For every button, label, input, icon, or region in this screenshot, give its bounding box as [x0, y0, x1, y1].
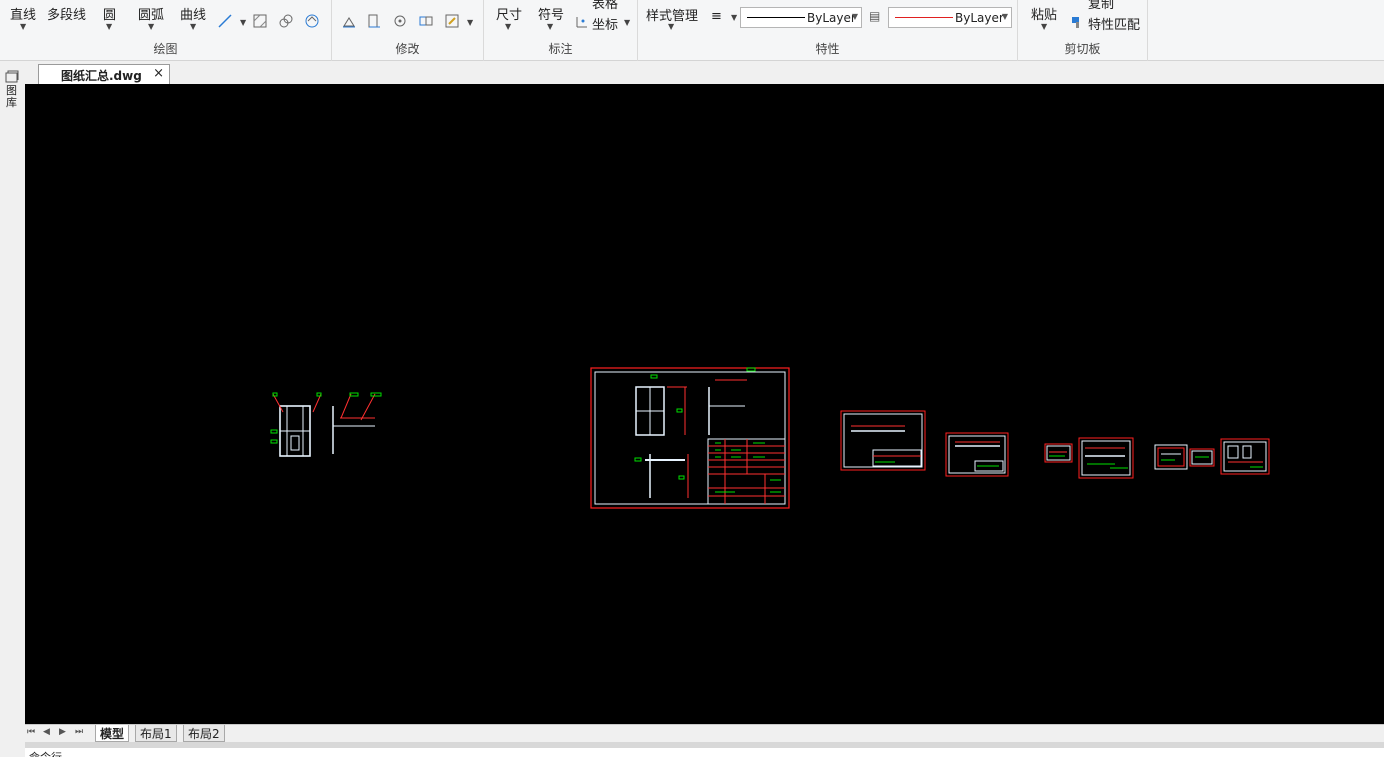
polyline-button[interactable]: 多段线: [47, 4, 86, 23]
chevron-down-icon: ▼: [851, 12, 858, 21]
linetype-value: ByLayer: [807, 11, 856, 25]
sheet-8: [1220, 438, 1270, 475]
chevron-down-icon[interactable]: ▼: [1041, 22, 1047, 31]
document-tab[interactable]: 图纸汇总.dwg ×: [38, 64, 170, 84]
lineweight-icon[interactable]: ≡: [711, 9, 722, 24]
arc-button[interactable]: 圆弧: [138, 4, 164, 23]
chevron-down-icon[interactable]: ▼: [624, 18, 630, 27]
prev-tab-icon[interactable]: ◀: [43, 727, 50, 737]
linetype-preview: [747, 17, 805, 18]
array-icon[interactable]: [419, 14, 433, 28]
chevron-down-icon[interactable]: ▼: [240, 18, 246, 27]
coordinate-icon[interactable]: [575, 15, 589, 29]
chevron-down-icon[interactable]: ▼: [505, 22, 511, 31]
linetype-scale-icon[interactable]: ▤: [869, 9, 880, 23]
chevron-down-icon[interactable]: ▼: [106, 22, 112, 31]
annotation-group-label: 标注: [548, 42, 573, 56]
drawing-content: [270, 367, 1270, 509]
assembly-sketch-left: [270, 392, 382, 457]
color-select[interactable]: ByLayer ▼: [888, 7, 1012, 28]
next-tab-icon[interactable]: ▶: [59, 727, 66, 737]
draw-group: 直线 ▼ 多段线 圆 ▼ 圆弧 ▼ 曲线 ▼ ▼ 绘图: [0, 0, 332, 61]
copy-button[interactable]: 复制: [1088, 0, 1114, 12]
clipboard-group: 粘贴 ▼ 复制 特性匹配 剪切板: [1018, 0, 1148, 61]
coordinate-button[interactable]: 坐标: [592, 14, 618, 33]
modify-group: ▼ 修改: [332, 0, 484, 61]
boundary-icon[interactable]: [305, 14, 319, 28]
drawing-canvas[interactable]: [25, 84, 1384, 724]
line-tool-icon[interactable]: [218, 14, 232, 28]
command-line[interactable]: 命令行: [25, 748, 1384, 757]
chevron-down-icon[interactable]: ▼: [148, 22, 154, 31]
stretch-icon[interactable]: [367, 14, 381, 28]
chevron-down-icon[interactable]: ▼: [190, 22, 196, 31]
hatch-icon[interactable]: [253, 14, 267, 28]
side-panel-strip: 图库: [0, 61, 25, 757]
sheet-7: [1189, 448, 1215, 467]
match-properties-button[interactable]: 特性匹配: [1088, 14, 1140, 33]
color-value: ByLayer: [955, 11, 1004, 25]
sheet-2: [840, 410, 926, 471]
linetype-select[interactable]: ByLayer ▼: [740, 7, 862, 28]
circle-button[interactable]: 圆: [103, 4, 116, 23]
move-icon[interactable]: [342, 14, 356, 28]
document-tab-bar: 图纸汇总.dwg ×: [0, 61, 1384, 84]
sheet-4: [1044, 443, 1073, 463]
side-panel-label[interactable]: 图库: [6, 85, 18, 109]
chevron-down-icon[interactable]: ▼: [20, 22, 26, 31]
region-icon[interactable]: [279, 14, 293, 28]
annotation-group: 尺寸 ▼ 符号 ▼ 表格 坐标 ▼ 标注: [484, 0, 638, 61]
chevron-down-icon[interactable]: ▼: [668, 22, 674, 31]
document-tab-name: 图纸汇总.dwg: [61, 69, 142, 83]
tab-model[interactable]: 模型: [95, 725, 130, 742]
library-icon[interactable]: [5, 70, 19, 84]
close-icon[interactable]: ×: [153, 66, 164, 81]
symbol-button[interactable]: 符号: [538, 4, 564, 23]
chevron-down-icon[interactable]: ▼: [467, 18, 473, 27]
rotate-icon[interactable]: [393, 14, 407, 28]
last-tab-icon[interactable]: ⏭: [75, 727, 83, 737]
main-drawing-sheet: [590, 367, 790, 509]
chevron-down-icon[interactable]: ▼: [547, 22, 553, 31]
match-properties-icon[interactable]: [1070, 15, 1084, 29]
layout-tab-bar: ⏮ ◀ ▶ ⏭ 模型 布局1 布局2: [25, 724, 1384, 742]
properties-group: 样式管理 ▼ ≡ ▼ ByLayer ▼ ▤ ByLayer ▼ 特性: [638, 0, 1018, 61]
explode-icon[interactable]: [445, 14, 459, 28]
sheet-5: [1078, 437, 1134, 479]
color-preview: [895, 17, 953, 18]
chevron-down-icon: ▼: [1001, 12, 1008, 21]
curve-button[interactable]: 曲线: [180, 4, 206, 23]
table-button[interactable]: 表格: [592, 0, 618, 12]
modify-group-label: 修改: [395, 42, 420, 56]
dimension-button[interactable]: 尺寸: [496, 4, 522, 23]
first-tab-icon[interactable]: ⏮: [27, 727, 35, 737]
properties-group-label: 特性: [815, 42, 840, 56]
clipboard-group-label: 剪切板: [1064, 42, 1101, 56]
command-line-label: 命令行: [29, 749, 62, 757]
sheet-3: [945, 432, 1009, 477]
chevron-down-icon[interactable]: ▼: [731, 13, 737, 22]
paste-button[interactable]: 粘贴: [1031, 4, 1057, 23]
tab-layout2[interactable]: 布局2: [183, 725, 225, 742]
ribbon: 直线 ▼ 多段线 圆 ▼ 圆弧 ▼ 曲线 ▼ ▼ 绘图 ▼ 修改 尺寸 ▼ 符号…: [0, 0, 1384, 61]
draw-group-label: 绘图: [153, 42, 178, 56]
tab-layout1[interactable]: 布局1: [135, 725, 177, 742]
line-button[interactable]: 直线: [10, 4, 36, 23]
sheet-6: [1154, 444, 1188, 470]
